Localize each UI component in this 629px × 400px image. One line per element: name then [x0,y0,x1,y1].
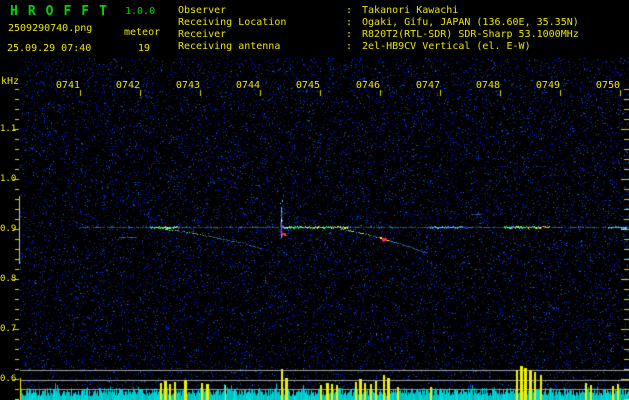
output-filename: 2509290740.png [8,23,93,34]
time-label: 0742 [115,80,140,91]
freq-label: 1.1 [0,124,17,134]
app-version: 1.0.0 [125,6,156,17]
station-info-value: R820T2(RTL-SDR) SDR-Sharp 53.1000MHz [356,29,579,40]
observation-datetime: 25.09.29 07:40 [7,43,92,54]
meteor-count: 19 [138,43,151,54]
freq-label: 1.0 [0,174,17,184]
station-info-value: 2el-HB9CV Vertical (el. E-W) [356,41,531,52]
spectrogram-canvas [0,0,629,400]
time-label: 0749 [535,80,560,91]
mode-label: meteor [124,27,161,38]
station-info-row: Receiving antenna: 2el-HB9CV Vertical (e… [178,41,628,53]
station-info-value: Ogaki, Gifu, JAPAN (136.60E, 35.35N) [356,17,579,28]
hrofft-window: HROFFT 1.0.0 2509290740.png meteor 25.09… [0,0,629,400]
station-info-label: Receiving antenna [178,41,281,52]
station-info-value: Takanori Kawachi [356,5,459,16]
freq-label: 0.9 [0,224,17,234]
station-info-colon: : [346,29,353,40]
freq-label: 0.8 [0,274,17,284]
freq-label: 0.6 [0,374,17,384]
time-label: 0747 [415,80,440,91]
time-label: 0743 [175,80,200,91]
time-label: 0744 [235,80,260,91]
time-label: 0741 [55,80,80,91]
freq-label: 0.7 [0,324,17,334]
station-info: Observer: Takanori Kawachi Receiving Loca… [178,5,628,53]
station-info-row: Observer: Takanori Kawachi [178,5,628,17]
time-label: 0748 [475,80,500,91]
station-info-colon: : [346,41,353,52]
freq-unit-label: kHz [1,76,20,87]
station-info-colon: : [346,5,353,16]
time-label: 0746 [355,80,380,91]
station-info-label: Observer [178,5,227,16]
app-title: HROFFT [10,4,117,19]
station-info-colon: : [346,17,353,28]
station-info-label: Receiver [178,29,227,40]
time-label: 0750 [595,80,620,91]
station-info-row: Receiving Location: Ogaki, Gifu, JAPAN (… [178,17,628,29]
station-info-row: Receiver: R820T2(RTL-SDR) SDR-Sharp 53.1… [178,29,628,41]
station-info-label: Receiving Location [178,17,287,28]
time-label: 0745 [295,80,320,91]
